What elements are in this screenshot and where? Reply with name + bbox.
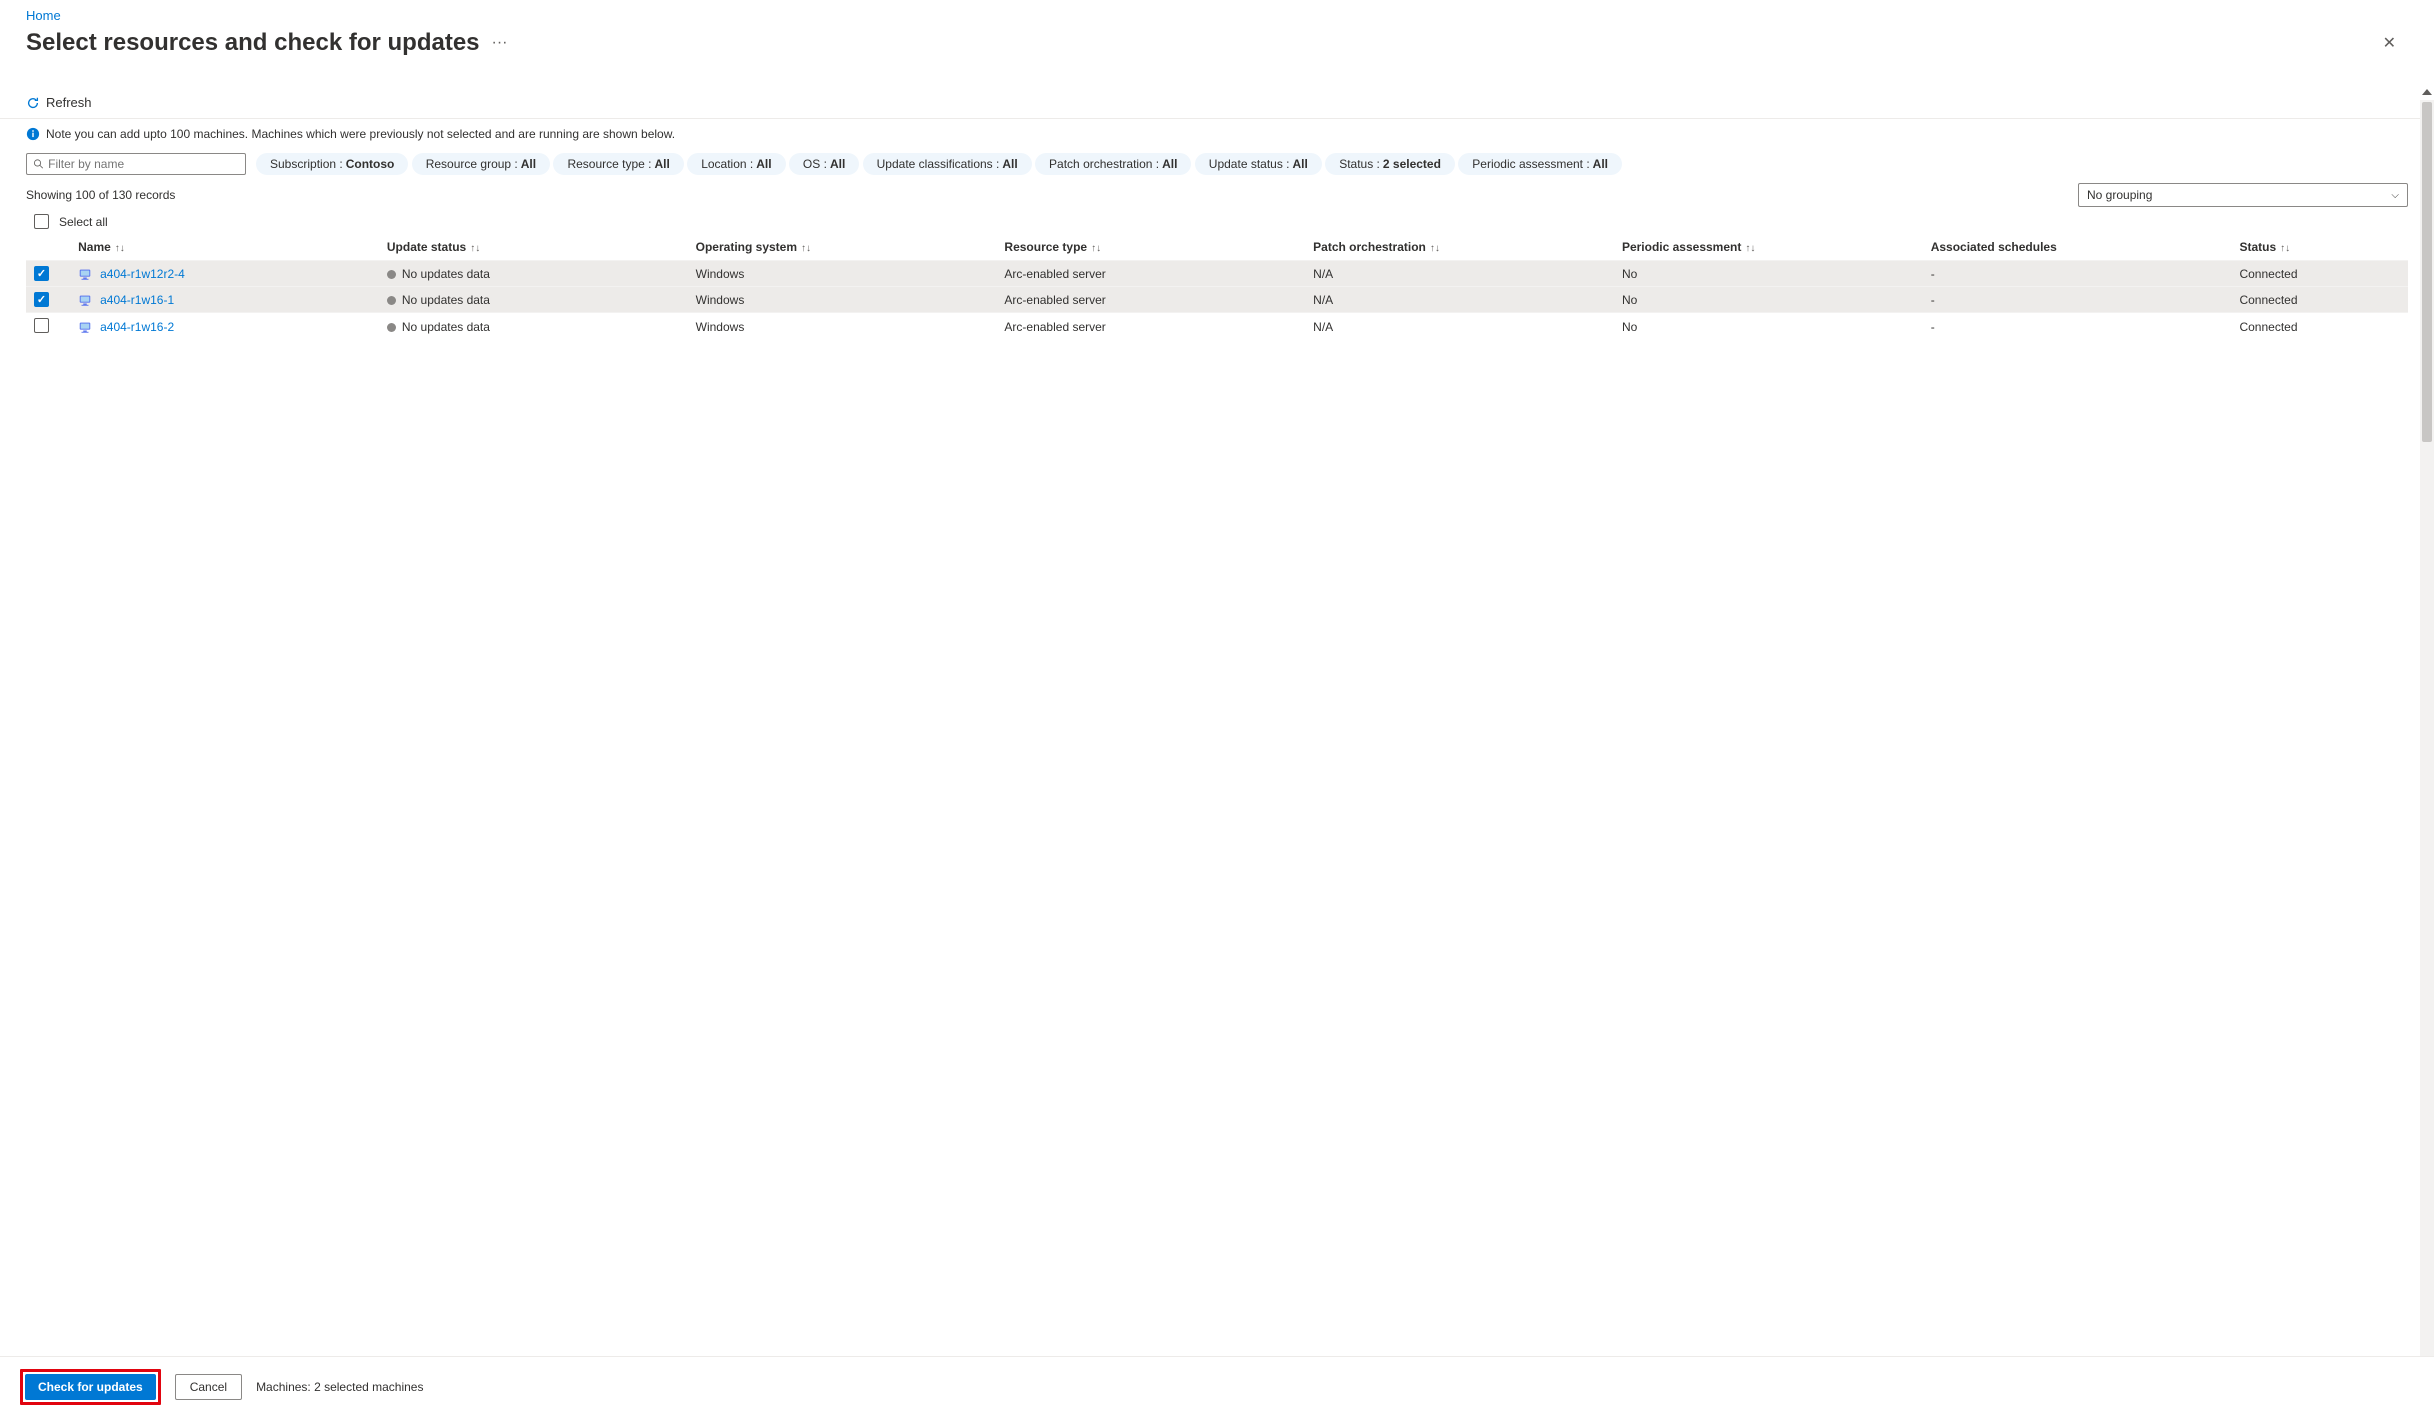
cell-periodic: No (1614, 287, 1923, 313)
breadcrumb-home[interactable]: Home (26, 8, 61, 23)
filter-pill-8[interactable]: Status : 2 selected (1325, 153, 1455, 175)
grouping-label: No grouping (2087, 188, 2152, 202)
filter-pill-5[interactable]: Update classifications : All (863, 153, 1032, 175)
cell-assoc: - (1923, 313, 2232, 342)
cell-patch: N/A (1305, 287, 1614, 313)
filter-pill-1[interactable]: Resource group : All (412, 153, 550, 175)
info-icon (26, 127, 40, 141)
select-all-checkbox[interactable] (34, 214, 49, 229)
status-dot-icon (387, 323, 396, 332)
refresh-button[interactable]: Refresh (26, 95, 92, 110)
cell-os: Windows (688, 261, 997, 287)
cell-update-status: No updates data (379, 261, 688, 287)
info-text: Note you can add upto 100 machines. Mach… (46, 127, 675, 141)
record-count: Showing 100 of 130 records (26, 188, 175, 202)
cell-patch: N/A (1305, 313, 1614, 342)
cancel-button[interactable]: Cancel (175, 1374, 242, 1400)
refresh-icon (26, 96, 40, 110)
cell-periodic: No (1614, 313, 1923, 342)
check-for-updates-button[interactable]: Check for updates (25, 1374, 156, 1400)
chevron-down-icon: ⌵ (2391, 190, 2399, 201)
filter-input[interactable] (48, 157, 239, 171)
row-checkbox[interactable] (34, 266, 49, 281)
filter-pill-0[interactable]: Subscription : Contoso (256, 153, 408, 175)
breadcrumb: Home (0, 0, 2434, 25)
cell-status: Connected (2231, 261, 2408, 287)
cell-resource-type: Arc-enabled server (996, 261, 1305, 287)
arc-server-icon (78, 293, 92, 307)
filter-pill-9[interactable]: Periodic assessment : All (1458, 153, 1622, 175)
refresh-label: Refresh (46, 95, 92, 110)
arc-server-icon (78, 320, 92, 334)
row-checkbox[interactable] (34, 292, 49, 307)
cell-patch: N/A (1305, 261, 1614, 287)
resources-table: Name↑↓ Update status↑↓ Operating system↑… (26, 234, 2408, 341)
cell-status: Connected (2231, 313, 2408, 342)
col-update-status[interactable]: Update status↑↓ (379, 234, 688, 261)
col-status[interactable]: Status↑↓ (2231, 234, 2408, 261)
scrollbar[interactable] (2420, 100, 2434, 1387)
cell-status: Connected (2231, 287, 2408, 313)
cell-assoc: - (1923, 261, 2232, 287)
cell-os: Windows (688, 313, 997, 342)
search-icon (33, 158, 44, 170)
col-os[interactable]: Operating system↑↓ (688, 234, 997, 261)
cell-os: Windows (688, 287, 997, 313)
grouping-select[interactable]: No grouping ⌵ (2078, 183, 2408, 207)
select-all-label: Select all (59, 215, 108, 229)
scroll-thumb[interactable] (2422, 102, 2432, 442)
cell-update-status: No updates data (379, 313, 688, 342)
table-row[interactable]: a404-r1w16-2 No updates dataWindowsArc-en… (26, 313, 2408, 342)
filter-pill-2[interactable]: Resource type : All (553, 153, 683, 175)
bottom-bar: Check for updates Cancel Machines: 2 sel… (0, 1356, 2434, 1417)
filter-input-wrap[interactable] (26, 153, 246, 175)
page-title: Select resources and check for updates (26, 29, 480, 57)
machine-link[interactable]: a404-r1w16-1 (100, 293, 174, 307)
col-resource-type[interactable]: Resource type↑↓ (996, 234, 1305, 261)
col-periodic[interactable]: Periodic assessment↑↓ (1614, 234, 1923, 261)
table-row[interactable]: a404-r1w12r2-4 No updates dataWindowsArc-… (26, 261, 2408, 287)
filter-pill-4[interactable]: OS : All (789, 153, 859, 175)
selected-machines-text: Machines: 2 selected machines (256, 1380, 423, 1394)
scroll-up-icon[interactable] (2422, 89, 2432, 95)
more-actions-button[interactable]: ··· (492, 34, 508, 52)
cell-resource-type: Arc-enabled server (996, 313, 1305, 342)
cell-update-status: No updates data (379, 287, 688, 313)
machine-link[interactable]: a404-r1w12r2-4 (100, 267, 185, 281)
cell-resource-type: Arc-enabled server (996, 287, 1305, 313)
filter-pill-6[interactable]: Patch orchestration : All (1035, 153, 1191, 175)
machine-link[interactable]: a404-r1w16-2 (100, 320, 174, 334)
col-assoc[interactable]: Associated schedules (1923, 234, 2232, 261)
close-button[interactable]: ✕ (2375, 29, 2404, 57)
col-patch[interactable]: Patch orchestration↑↓ (1305, 234, 1614, 261)
filter-pill-7[interactable]: Update status : All (1195, 153, 1322, 175)
cell-assoc: - (1923, 287, 2232, 313)
table-row[interactable]: a404-r1w16-1 No updates dataWindowsArc-en… (26, 287, 2408, 313)
filter-pill-3[interactable]: Location : All (687, 153, 785, 175)
row-checkbox[interactable] (34, 318, 49, 333)
col-name[interactable]: Name↑↓ (70, 234, 379, 261)
status-dot-icon (387, 270, 396, 279)
arc-server-icon (78, 267, 92, 281)
cell-periodic: No (1614, 261, 1923, 287)
status-dot-icon (387, 296, 396, 305)
info-bar: Note you can add upto 100 machines. Mach… (0, 119, 2434, 149)
